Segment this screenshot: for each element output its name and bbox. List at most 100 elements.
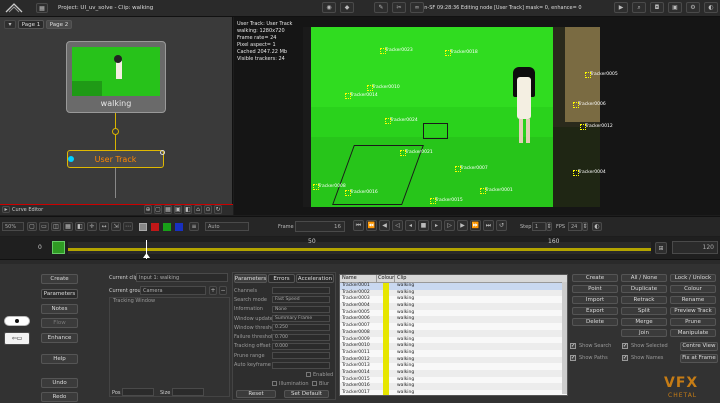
playback-icon[interactable]: ▶ [614, 2, 628, 13]
chain-icon[interactable]: ∞ [410, 2, 424, 13]
split-button[interactable]: Split [621, 307, 667, 315]
view-c-icon[interactable]: ◫ [51, 222, 61, 231]
step-input[interactable]: 1 [532, 222, 546, 231]
param-field[interactable] [272, 361, 330, 369]
nav-help-button[interactable]: Help [41, 354, 78, 364]
channel-swatch-red[interactable] [151, 223, 159, 231]
nav-parameters-button[interactable]: Parameters [41, 289, 78, 299]
fit-tool-icon[interactable]: ▢ [154, 205, 162, 214]
timeline-end-icon[interactable]: ⊞ [655, 242, 667, 254]
table-row[interactable]: Tracker0001 walking [340, 283, 567, 290]
fps-lock-icon[interactable]: ◐ [592, 222, 602, 231]
table-row[interactable]: Tracker0016 walking [340, 383, 567, 390]
delete-button[interactable]: Delete [572, 318, 618, 326]
check-illumination-box[interactable] [272, 381, 277, 386]
table-row[interactable]: Tracker0003 walking [340, 296, 567, 304]
nav-redo-button[interactable]: Redo [41, 392, 78, 402]
table-row[interactable]: Tracker0015 walking [340, 376, 567, 384]
param-field[interactable]: Fast Speed [272, 296, 330, 304]
centre-view-button[interactable]: Centre View [679, 341, 718, 351]
create-button[interactable]: Create [572, 274, 618, 282]
timeline-range-bar[interactable] [68, 248, 651, 251]
table-row[interactable]: Tracker0007 walking [340, 323, 567, 330]
fix-at-frame-button[interactable]: Fix at Frame [679, 353, 718, 363]
param-field[interactable]: 0.700 [272, 333, 330, 341]
prune-button[interactable]: Prune [670, 318, 716, 326]
step-stepper-icon[interactable]: ⇕ [546, 222, 552, 231]
param-field[interactable] [272, 352, 330, 360]
set-default-button[interactable]: Set Default [284, 390, 329, 398]
column-header-name[interactable]: Name [340, 275, 377, 282]
nav-undo-button[interactable]: Undo [41, 378, 78, 388]
fps-stepper-icon[interactable]: ⇕ [582, 222, 588, 231]
play-back-icon[interactable]: ◀ [379, 220, 390, 231]
rename-button[interactable]: Rename [670, 296, 716, 304]
merge-button[interactable]: Merge [621, 318, 667, 326]
refresh-tool-icon[interactable]: ↻ [214, 205, 222, 214]
edit-icon[interactable]: ✎ [374, 2, 388, 13]
export-button[interactable]: Export [572, 307, 618, 315]
colour-button[interactable]: Colour [670, 285, 716, 293]
lock-icon[interactable]: ▣ [668, 2, 682, 13]
next-key-icon[interactable]: ⏩ [470, 220, 481, 231]
table-row[interactable]: Tracker0008 walking [340, 329, 567, 337]
tab-page-1[interactable]: Page 1 [18, 20, 44, 29]
node-user-track[interactable]: User Track [67, 150, 164, 168]
zoom-select[interactable]: 50% [2, 222, 24, 231]
home-tool-icon[interactable]: ⌂ [194, 205, 202, 214]
table-row[interactable]: Tracker0011 walking [340, 349, 567, 357]
param-field[interactable]: 0.250 [272, 324, 330, 332]
mask-tool-icon[interactable] [4, 316, 30, 326]
split-view-icon[interactable]: ◧ [75, 222, 85, 231]
settings-icon[interactable]: ⚙ [686, 2, 700, 13]
view-a-icon[interactable]: ▢ [27, 222, 37, 231]
frame-tool-icon[interactable]: ◧ [184, 205, 192, 214]
more-view-icon[interactable]: ⋯ [123, 222, 133, 231]
group-remove-icon[interactable]: − [219, 286, 227, 295]
table-row[interactable]: Tracker0013 walking [340, 363, 567, 370]
check-blur-box[interactable] [312, 381, 317, 386]
grid-tool-icon[interactable]: ▦ [164, 205, 172, 214]
play-icon[interactable]: ▸ [431, 220, 442, 231]
layers-icon[interactable]: ≡ [189, 222, 199, 231]
channel-swatch-gray[interactable] [139, 223, 147, 231]
table-row[interactable]: Tracker0004 walking [340, 303, 567, 310]
step-forward-icon[interactable]: ▷ [444, 220, 455, 231]
nav-enhance-button[interactable]: Enhance [41, 333, 78, 343]
check-enabled-box[interactable] [306, 372, 311, 377]
plus-view-icon[interactable]: ✛ [87, 222, 97, 231]
column-header-clip[interactable]: Clip [395, 275, 567, 282]
menu-grid-icon[interactable]: ▦ [36, 3, 48, 13]
snapshot-icon[interactable]: ◘ [650, 2, 664, 13]
table-row[interactable]: Tracker0014 walking [340, 369, 567, 377]
table-row[interactable]: Tracker0005 walking [340, 309, 567, 317]
checkbox-checked[interactable]: ✓ [570, 355, 576, 361]
current-group-select[interactable]: Camera [140, 286, 206, 295]
view-b-icon[interactable]: ▭ [39, 222, 49, 231]
join-button[interactable]: Join [621, 329, 667, 337]
prev-key-icon[interactable]: ⏪ [366, 220, 377, 231]
group-add-icon[interactable]: + [209, 286, 217, 295]
rewind-icon[interactable]: ◂ [405, 220, 416, 231]
checkbox-checked[interactable]: ✓ [570, 343, 576, 349]
go-end-icon[interactable]: ⏭ [483, 220, 494, 231]
point-button[interactable]: Point [572, 285, 618, 293]
channel-swatch-blue[interactable] [175, 223, 183, 231]
size-input[interactable] [172, 388, 204, 396]
pos-input[interactable] [122, 388, 154, 396]
nav-notes-button[interactable]: Notes [41, 304, 78, 314]
table-row[interactable]: Tracker0009 walking [340, 336, 567, 344]
link-tool-icon[interactable]: ⊕ [144, 205, 152, 214]
preview-track-button[interactable]: Preview Track [670, 307, 716, 315]
nav-create-button[interactable]: Create [41, 274, 78, 284]
camera-icon[interactable]: ◉ [322, 2, 336, 13]
timeline-end-input[interactable]: 120 [672, 241, 718, 254]
info-icon[interactable]: ◐ [704, 2, 718, 13]
go-start-icon[interactable]: ⏮ [353, 220, 364, 231]
grid-view-icon[interactable]: ▦ [63, 222, 73, 231]
mode-select[interactable]: Auto [205, 222, 249, 231]
duplicate-button[interactable]: Duplicate [621, 285, 667, 293]
save-tool-icon[interactable]: ▣ [174, 205, 182, 214]
curve-editor-label[interactable]: Curve Editor [12, 207, 43, 213]
checkbox-checked[interactable]: ✓ [621, 355, 628, 361]
